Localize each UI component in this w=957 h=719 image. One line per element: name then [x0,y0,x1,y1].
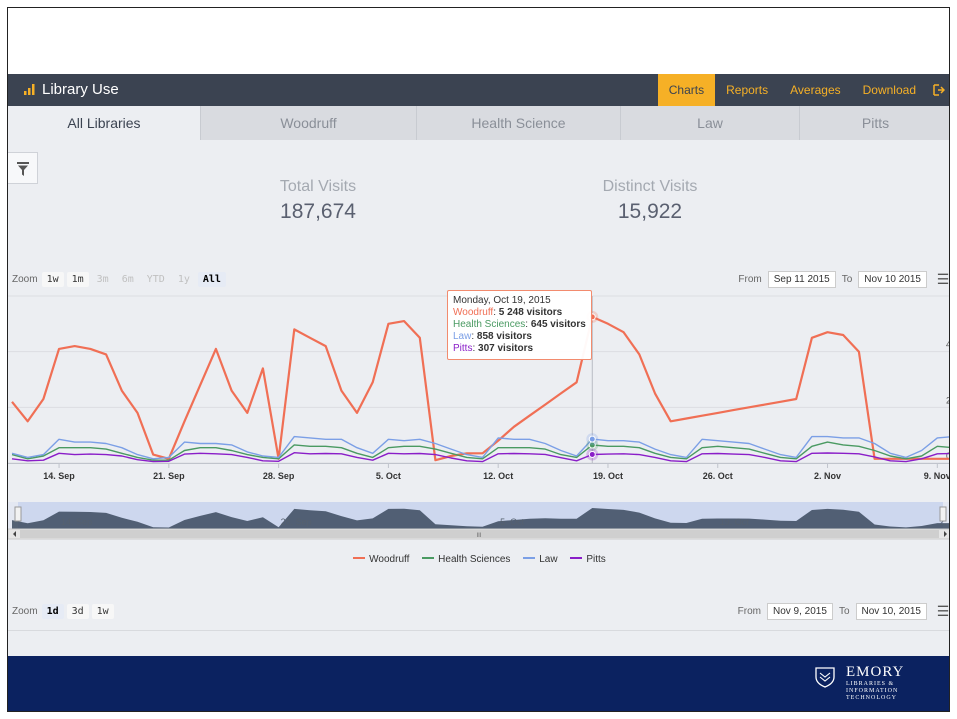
x-tick-label: 19. Oct [593,471,623,481]
chart-tooltip: Monday, Oct 19, 2015 Woodruff: 5 248 vis… [447,290,592,360]
y-tick-label: 4 000 [946,340,950,350]
legend-swatch [422,557,435,559]
legend-label: Health Sciences [438,554,511,565]
shield-icon [815,667,835,688]
slide-frame: Library Use Charts Reports Averages Down… [7,7,950,712]
navigator-label: 28. Sep [281,517,312,527]
x-tick-label: 9. Nov [924,471,950,481]
scrollbar-grip: III [476,533,481,539]
legend-label: Law [539,554,558,565]
navigator-handle-left [14,506,22,522]
x-tick-label: 21. Sep [153,471,185,481]
data-point-marker [588,435,596,443]
footer-band: EMORY LIBRARIES & INFORMATION TECHNOLOGY [8,656,949,711]
tooltip-name: Pitts [453,343,473,354]
divider [8,630,949,631]
tooltip-row-law: Law: 858 visitors [453,331,532,342]
x-tick-label: 14. Sep [43,471,75,481]
logo-sub-1: LIBRARIES & [846,681,895,687]
range-selector-2: Zoom 1d 3d 1w [12,601,117,621]
hamburger-menu-icon[interactable]: ☰ [935,603,949,620]
from-label: From [737,605,761,617]
x-tick-label: 28. Sep [263,471,295,481]
tooltip-name: Woodruff [453,307,494,318]
tooltip-value: 307 visitors [478,343,534,354]
date-range-2: From Nov 9, 2015 To Nov 10, 2015 ☰ [737,601,949,621]
legend-health-sciences[interactable]: Health Sciences [422,554,510,565]
to-date-input[interactable]: Nov 10, 2015 [855,602,927,620]
legend-swatch [523,557,536,559]
navigator-label: 5. Oct [500,517,525,527]
legend-label: Pitts [586,554,606,565]
tooltip-name: Health Sciences [453,319,526,330]
zoom-label: Zoom [12,605,38,617]
navigator-label: 19. Oct [720,517,750,527]
x-tick-label: 26. Oct [703,471,733,481]
zoom-1w[interactable]: 1w [91,603,114,619]
logo-sub-3: TECHNOLOGY [846,695,897,701]
data-point-marker [588,450,596,458]
tooltip-row-pitts: Pitts: 307 visitors [453,343,534,354]
legend-label: Woodruff [369,554,410,565]
x-tick-label: 2. Nov [814,471,841,481]
legend-woodruff[interactable]: Woodruff [353,554,409,565]
logo-org: EMORY [846,664,905,680]
tooltip-date: Monday, Oct 19, 2015 [453,295,551,306]
logo-sub-2: INFORMATION [846,688,899,694]
legend-pitts[interactable]: Pitts [570,554,606,565]
navigator-label: 14. Sep [61,517,92,527]
legend-law[interactable]: Law [523,554,558,565]
navigator-handle-right [939,506,947,522]
zoom-3d[interactable]: 3d [66,603,89,619]
from-date-input[interactable]: Nov 9, 2015 [767,602,833,620]
legend-swatch [353,557,366,559]
tooltip-row-woodruff: Woodruff: 5 248 visitors [453,307,563,318]
tooltip-value: 5 248 visitors [498,307,563,318]
library-use-app: Library Use Charts Reports Averages Down… [8,74,950,656]
tooltip-name: Law [453,331,472,342]
legend-swatch [570,557,583,559]
tooltip-value: 645 visitors [530,319,586,330]
to-label: To [838,605,850,617]
x-tick-label: 5. Oct [376,471,401,481]
emory-logo: EMORY LIBRARIES & INFORMATION TECHNOLOGY [815,664,905,702]
tooltip-row-health: Health Sciences: 645 visitors [453,319,586,330]
tooltip-value: 858 visitors [476,331,532,342]
x-tick-label: 12. Oct [483,471,513,481]
zoom-1d[interactable]: 1d [41,603,64,619]
y-tick-label: 2 000 [946,395,950,405]
chart-legend: Woodruff Health Sciences Law Pitts [8,554,949,565]
